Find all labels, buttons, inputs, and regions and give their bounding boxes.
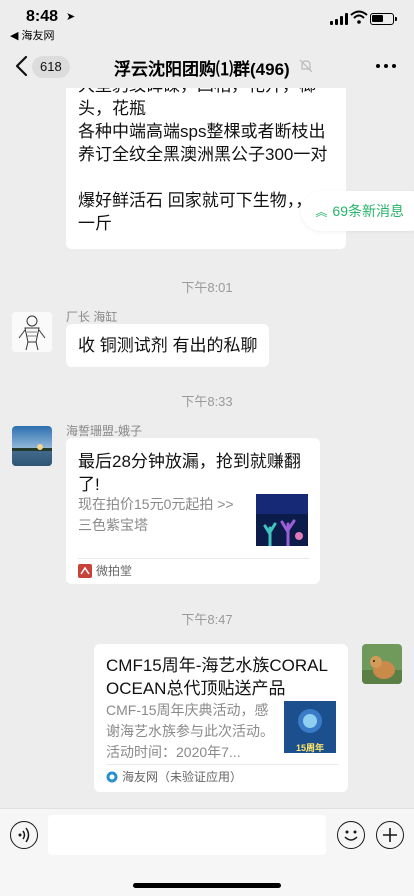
card-title: 最后28分钟放漏，抢到就赚翻了!: [78, 452, 301, 494]
card-title: CMF15周年-海艺水族CORAL OCEAN总代顶贴送产品: [106, 656, 328, 698]
avatar[interactable]: [12, 426, 52, 466]
card-description: 现在拍价15元0元起拍 >> 三色紫宝塔: [78, 496, 234, 533]
chat-title[interactable]: 浮云沈阳团购⑴群(496): [114, 55, 290, 80]
card-description: CMF-15周年庆典活动，感谢海艺水族参与此次活动。活动时间：2020年7...: [106, 702, 274, 760]
more-actions-button[interactable]: [376, 821, 404, 849]
battery-icon: [370, 13, 397, 25]
timestamp: 下午8:01: [181, 280, 233, 295]
double-chevron-up-icon: ︽: [315, 205, 328, 219]
home-indicator: [133, 883, 281, 888]
message-text: 大型豹纹砗磲，四相，花开，榔头，花瓶 各种中端高端sps整棵或者断枝出养订全纹全…: [78, 88, 332, 233]
chat-message-list[interactable]: 大型豹纹砗磲，四相，花开，榔头，花瓶 各种中端高端sps整棵或者断枝出养订全纹全…: [0, 88, 414, 808]
emoji-button[interactable]: [337, 821, 365, 849]
dog-photo-avatar-icon: [362, 644, 402, 684]
haiyou-logo-icon: [106, 771, 118, 783]
sender-name: 厂长 海缸: [66, 310, 118, 324]
status-bar: 8:48 ➤ ◀ 海友网: [0, 0, 414, 44]
thumbnail-caption: 15周年: [295, 743, 324, 753]
plus-icon: [383, 828, 397, 842]
card-source: 海友网（未验证应用）: [122, 770, 243, 784]
lake-sunset-avatar-icon: [12, 426, 52, 466]
voice-wave-icon: [18, 827, 30, 843]
new-messages-button[interactable]: ︽ 69条新消息: [301, 191, 414, 231]
sender-name: 海誓珊盟-娥子: [66, 424, 142, 438]
wifi-icon: [350, 10, 368, 24]
mute-bell-icon: [299, 59, 313, 73]
cellular-signal-icon: [330, 13, 348, 25]
message-bubble[interactable]: 收 铜测试剂 有出的私聊: [66, 324, 270, 367]
timestamp: 下午8:47: [181, 612, 233, 627]
timestamp: 下午8:33: [181, 394, 233, 409]
weipaitang-logo-icon: [78, 564, 92, 578]
message-text: 收 铜测试剂 有出的私聊: [78, 336, 258, 355]
voice-input-button[interactable]: [10, 821, 38, 849]
back-to-app-link[interactable]: ◀ 海友网: [10, 27, 55, 43]
link-card[interactable]: 最后28分钟放漏，抢到就赚翻了! 现在拍价15元0元起拍 >> 三色紫宝塔 微拍…: [66, 438, 320, 584]
card-source: 微拍堂: [96, 564, 133, 578]
avatar[interactable]: [12, 312, 52, 352]
unread-count-badge[interactable]: 618: [32, 56, 70, 78]
smiley-icon: [344, 830, 358, 841]
status-time: 8:48: [26, 8, 59, 25]
message-input-bar: [0, 808, 414, 896]
my-avatar[interactable]: [362, 644, 402, 684]
coral-thumbnail-icon: [256, 494, 308, 546]
cartoon-avatar-icon: [12, 312, 52, 352]
card-divider: [106, 764, 338, 765]
chat-header: 618 浮云沈阳团购⑴群(496): [0, 44, 414, 88]
link-card[interactable]: CMF15周年-海艺水族CORAL OCEAN总代顶贴送产品 CMF-15周年庆…: [94, 644, 348, 792]
message-bubble[interactable]: 大型豹纹砗磲，四相，花开，榔头，花瓶 各种中端高端sps整棵或者断枝出养订全纹全…: [66, 88, 346, 249]
anniversary-thumbnail: 15周年: [284, 701, 336, 753]
location-arrow-icon: ➤: [66, 11, 76, 23]
back-chevron-icon[interactable]: [12, 54, 34, 78]
more-options-icon[interactable]: [376, 64, 396, 69]
message-input[interactable]: [48, 815, 326, 855]
card-divider: [78, 558, 310, 559]
new-messages-label: 69条新消息: [332, 203, 404, 219]
